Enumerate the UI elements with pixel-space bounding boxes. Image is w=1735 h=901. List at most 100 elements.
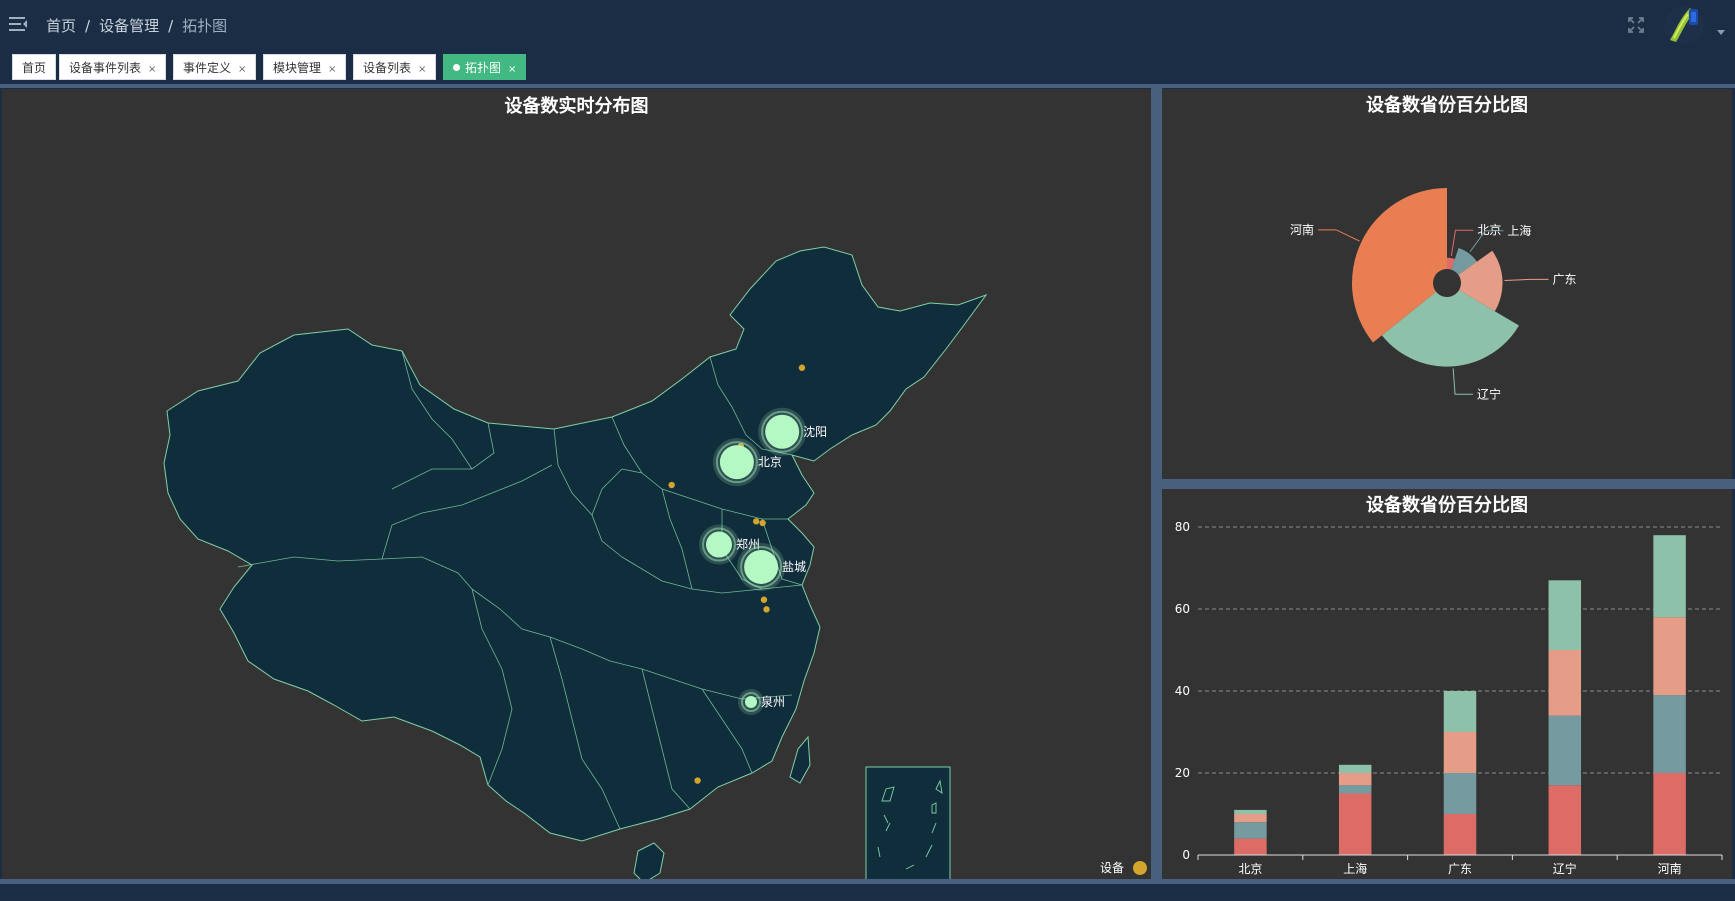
map-point[interactable] [744, 549, 779, 584]
china-mainland [163, 246, 988, 842]
bar-x-tick-label: 北京 [1238, 862, 1262, 876]
map-point-label: 泉州 [761, 695, 785, 709]
taiwan-island [789, 735, 811, 784]
close-icon[interactable]: × [508, 64, 516, 75]
bar-x-tick-label: 上海 [1343, 861, 1367, 876]
map-minor-point[interactable] [760, 596, 768, 603]
map-legend-label: 设备 [1100, 861, 1124, 875]
panel-gap-horizontal [1162, 479, 1735, 489]
bar-panel: 设备数省份百分比图 0 20 40 60 80 北京 上海 广东 辽宁 河南 [1162, 489, 1732, 879]
tag-label: 事件定义 [183, 61, 232, 75]
tag-label: 拓扑图 [465, 61, 502, 75]
tag-device-list[interactable]: 设备列表 × [353, 54, 437, 80]
caret-down-icon[interactable] [1717, 30, 1725, 35]
bar-segment[interactable] [1234, 809, 1267, 814]
tag-home[interactable]: 首页 [12, 54, 57, 80]
hainan-island [633, 842, 665, 879]
bar-x-tick-label: 河南 [1658, 861, 1682, 876]
map-minor-point[interactable] [798, 364, 806, 371]
map-minor-point[interactable] [668, 481, 675, 489]
top-navbar: 首页 / 设备管理 / 拓扑图 [0, 0, 1735, 50]
bar-y-tick-label: 0 [1182, 848, 1190, 862]
pie-panel: 设备数省份百分比图 北京 上海 广东 辽宁 河南 [1162, 89, 1732, 479]
panel-gap-vertical [1151, 88, 1162, 881]
map-minor-point[interactable] [759, 519, 766, 527]
breadcrumb-current: 拓扑图 [182, 17, 228, 35]
pie-slice-label: 广东 [1552, 272, 1576, 286]
close-icon[interactable]: × [148, 64, 156, 75]
bar-segment[interactable] [1548, 785, 1582, 855]
bar-segment[interactable] [1234, 814, 1267, 823]
pie-slice-label: 上海 [1507, 223, 1531, 238]
rose-pie-chart[interactable]: 北京 上海广东辽宁 河南 [1162, 89, 1732, 479]
tag-label: 模块管理 [273, 61, 322, 75]
bar-segment[interactable] [1548, 580, 1582, 650]
close-icon[interactable]: × [418, 64, 426, 75]
close-icon[interactable]: × [238, 64, 246, 75]
south-china-sea-frame [865, 766, 951, 879]
bar-segment[interactable] [1548, 650, 1582, 716]
pie-slice-label: 辽宁 [1477, 386, 1501, 401]
bar-segment[interactable] [1338, 773, 1372, 786]
map-point[interactable] [705, 531, 732, 558]
bar-y-tick-label: 80 [1175, 520, 1190, 534]
avatar-image[interactable] [1662, 4, 1706, 46]
tag-label: 首页 [22, 61, 47, 75]
china-map[interactable]: 沈阳北京郑州盐城泉州 设备 [2, 89, 1151, 879]
bar-segment[interactable] [1443, 814, 1477, 855]
header-separator [0, 84, 1735, 88]
bar-segment[interactable] [1234, 838, 1267, 855]
bar-segment[interactable] [1653, 773, 1686, 855]
map-minor-point[interactable] [763, 606, 770, 613]
bar-segment[interactable] [1338, 785, 1372, 794]
breadcrumb-section[interactable]: 设备管理 [99, 17, 159, 35]
breadcrumb-home[interactable]: 首页 [46, 17, 76, 35]
map-minor-point[interactable] [694, 777, 701, 784]
bar-y-tick-label: 60 [1175, 602, 1190, 616]
bar-x-tick-label: 广东 [1448, 862, 1472, 876]
map-region-layer [163, 246, 988, 879]
bar-y-tick-label: 40 [1175, 684, 1190, 698]
bar-y-tick-label: 20 [1175, 766, 1190, 780]
pie-slice-label: 河南 [1290, 222, 1314, 237]
tag-topology[interactable]: 拓扑图 × [443, 54, 527, 80]
bar-segment[interactable] [1338, 793, 1372, 856]
bar-x-tick-label: 辽宁 [1553, 861, 1577, 876]
bar-segment[interactable] [1443, 732, 1477, 773]
map-minor-point[interactable] [753, 518, 760, 525]
tag-device-events[interactable]: 设备事件列表 × [59, 54, 167, 80]
close-icon[interactable]: × [328, 64, 336, 75]
pie-label-line [1452, 368, 1474, 395]
bar-segment[interactable] [1338, 764, 1372, 773]
map-point[interactable] [745, 696, 757, 708]
pie-label-line [1318, 229, 1360, 242]
map-point-label: 沈阳 [803, 424, 827, 439]
breadcrumb-separator: / [168, 17, 174, 35]
map-point[interactable] [765, 414, 800, 449]
tag-label: 设备列表 [363, 61, 412, 75]
map-point-label: 北京 [758, 455, 782, 469]
tag-event-definition[interactable]: 事件定义 × [173, 54, 257, 80]
bar-segment[interactable] [1443, 773, 1477, 814]
fullscreen-icon[interactable] [1627, 16, 1645, 34]
bar-segment[interactable] [1653, 535, 1686, 618]
bar-segment[interactable] [1548, 715, 1582, 786]
bar-segment[interactable] [1234, 822, 1267, 839]
map-panel: 设备数实时分布图 沈阳 北京 郑州 盐城 泉州 设备 [2, 89, 1151, 879]
map-point[interactable] [719, 445, 754, 480]
south-china-sea-inset [865, 766, 951, 879]
hamburger-icon[interactable] [9, 16, 27, 32]
bar-segment[interactable] [1443, 691, 1477, 732]
active-dot-icon [453, 64, 460, 71]
stacked-bar-chart[interactable]: 0 20 40 60 80 北京 上海 广东 辽宁 河南 [1162, 489, 1732, 879]
breadcrumb: 首页 / 设备管理 / 拓扑图 [46, 15, 227, 36]
breadcrumb-separator: / [85, 17, 91, 35]
bar-segment[interactable] [1653, 695, 1686, 773]
tag-label: 设备事件列表 [69, 61, 142, 75]
bar-segment[interactable] [1653, 617, 1686, 696]
map-point-label: 盐城 [782, 560, 806, 574]
footer-bar [0, 884, 1735, 901]
map-legend-marker [1133, 861, 1147, 875]
tag-module-management[interactable]: 模块管理 × [263, 54, 347, 80]
tags-view: 首页 设备事件列表 × 事件定义 × 模块管理 × 设备列表 × 拓扑图 × [0, 50, 1735, 84]
